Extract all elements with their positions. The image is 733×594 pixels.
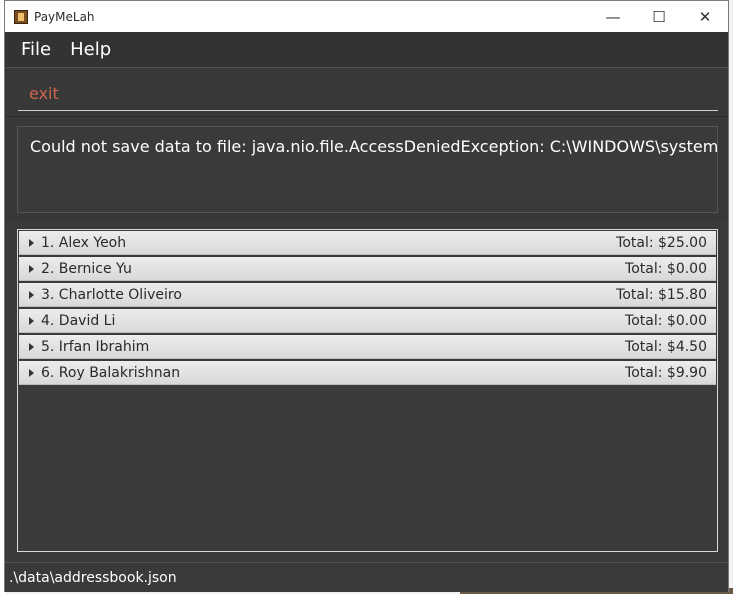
result-display-area: Could not save data to file: java.nio.fi… <box>5 116 728 222</box>
person-total: Total: $15.80 <box>616 286 707 303</box>
person-list[interactable]: 1. Alex Yeoh Total: $25.00 2. Bernice Yu… <box>17 229 718 552</box>
person-total: Total: $4.50 <box>625 338 707 355</box>
maximize-button[interactable]: ☐ <box>636 1 682 32</box>
result-message: Could not save data to file: java.nio.fi… <box>30 137 718 156</box>
person-name: 6. Roy Balakrishnan <box>41 364 181 381</box>
status-bar: .\data\addressbook.json <box>5 562 728 592</box>
menu-file[interactable]: File <box>21 39 51 60</box>
command-box <box>5 68 728 116</box>
person-name: 2. Bernice Yu <box>41 260 132 277</box>
menu-bar: File Help <box>5 32 728 68</box>
window-controls: — ☐ ✕ <box>590 1 728 32</box>
result-display[interactable]: Could not save data to file: java.nio.fi… <box>17 126 718 213</box>
person-name: 1. Alex Yeoh <box>41 234 127 251</box>
person-name: 4. David Li <box>41 312 116 329</box>
list-item[interactable]: 1. Alex Yeoh Total: $25.00 <box>19 231 716 255</box>
list-item[interactable]: 4. David Li Total: $0.00 <box>19 309 716 333</box>
minimize-icon: — <box>605 7 621 26</box>
expand-arrow-icon[interactable] <box>29 238 34 247</box>
expand-arrow-icon[interactable] <box>29 264 34 273</box>
close-button[interactable]: ✕ <box>682 1 728 32</box>
expand-arrow-icon[interactable] <box>29 368 34 377</box>
person-total: Total: $9.90 <box>625 364 707 381</box>
person-total: Total: $25.00 <box>616 234 707 251</box>
list-item[interactable]: 5. Irfan Ibrahim Total: $4.50 <box>19 335 716 359</box>
menu-help[interactable]: Help <box>70 39 111 60</box>
app-window: PayMeLah — ☐ ✕ File Help Could not save … <box>4 0 729 592</box>
command-input[interactable] <box>18 77 718 111</box>
person-total: Total: $0.00 <box>625 312 707 329</box>
expand-arrow-icon[interactable] <box>29 316 34 325</box>
person-name: 5. Irfan Ibrahim <box>41 338 150 355</box>
person-name: 3. Charlotte Oliveiro <box>41 286 182 303</box>
save-location: .\data\addressbook.json <box>9 569 177 586</box>
expand-arrow-icon[interactable] <box>29 342 34 351</box>
maximize-icon: ☐ <box>652 7 666 26</box>
window-title: PayMeLah <box>34 9 95 24</box>
app-icon <box>14 9 28 24</box>
title-bar[interactable]: PayMeLah — ☐ ✕ <box>5 1 728 32</box>
person-list-area: 1. Alex Yeoh Total: $25.00 2. Bernice Yu… <box>5 221 728 561</box>
person-total: Total: $0.00 <box>625 260 707 277</box>
list-item[interactable]: 3. Charlotte Oliveiro Total: $15.80 <box>19 283 716 307</box>
expand-arrow-icon[interactable] <box>29 290 34 299</box>
list-item[interactable]: 2. Bernice Yu Total: $0.00 <box>19 257 716 281</box>
list-item[interactable]: 6. Roy Balakrishnan Total: $9.90 <box>19 361 716 385</box>
minimize-button[interactable]: — <box>590 1 636 32</box>
close-icon: ✕ <box>698 7 712 26</box>
